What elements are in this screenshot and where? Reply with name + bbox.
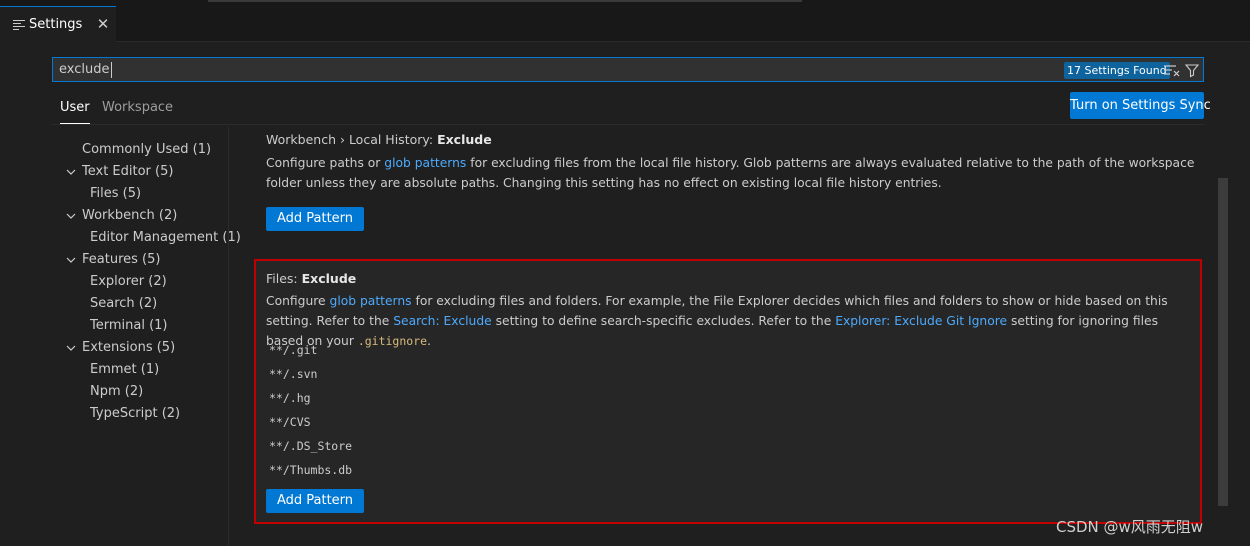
settings-list-icon: [13, 19, 25, 31]
pattern-item[interactable]: **/CVS: [269, 412, 311, 432]
gitignore-code: .gitignore: [357, 334, 428, 348]
close-icon[interactable]: ✕: [95, 16, 111, 32]
toc-item-terminal[interactable]: Terminal (1): [90, 315, 168, 337]
desc-text: setting to define search-specific exclud…: [491, 314, 836, 328]
search-exclude-link[interactable]: Search: Exclude: [393, 314, 491, 328]
toc-item-emmet[interactable]: Emmet (1): [90, 359, 159, 381]
toc-item-workbench[interactable]: Workbench (2): [82, 205, 177, 227]
editor-tab-bar: Settings ✕: [0, 0, 1250, 42]
chevron-down-icon[interactable]: [66, 343, 76, 353]
settings-search-input[interactable]: exclude 17 Settings Found: [52, 57, 1204, 82]
scrollbar[interactable]: [1218, 178, 1228, 506]
setting-description: Configure glob patterns for excluding fi…: [266, 291, 1196, 351]
setting-name: Exclude: [301, 271, 357, 286]
clear-filter-icon[interactable]: [1163, 62, 1181, 78]
glob-patterns-link[interactable]: glob patterns: [330, 294, 412, 308]
pattern-item[interactable]: **/.svn: [269, 364, 317, 384]
explorer-exclude-git-ignore-link[interactable]: Explorer: Exclude Git Ignore: [835, 314, 1007, 328]
setting-name: Exclude: [437, 132, 492, 147]
setting-description: Configure paths or glob patterns for exc…: [266, 153, 1196, 193]
toc-item-text-editor[interactable]: Text Editor (5): [82, 161, 173, 183]
desc-text: .: [427, 334, 431, 348]
toc-item-explorer[interactable]: Explorer (2): [90, 271, 167, 293]
chevron-down-icon[interactable]: [66, 167, 76, 177]
title-bar-edge: [208, 0, 802, 2]
search-query: exclude: [59, 62, 110, 77]
setting-title-local-history-exclude: Workbench › Local History: Exclude: [266, 132, 492, 147]
tab-workspace[interactable]: Workspace: [102, 100, 173, 124]
toc-item-extensions[interactable]: Extensions (5): [82, 337, 175, 359]
toc-item-commonly-used[interactable]: Commonly Used (1): [82, 139, 211, 161]
pattern-item[interactable]: **/Thumbs.db: [269, 460, 352, 480]
pattern-item[interactable]: **/.git: [269, 340, 317, 360]
settings-scope-tabs: User Workspace Turn on Settings Sync: [52, 92, 1211, 125]
toc-item-files[interactable]: Files (5): [90, 183, 141, 205]
settings-found-badge: 17 Settings Found: [1064, 62, 1170, 79]
watermark: CSDN @w风雨无阻w: [1056, 518, 1204, 536]
setting-category: Workbench › Local History:: [266, 132, 438, 147]
toc-item-typescript[interactable]: TypeScript (2): [90, 403, 180, 425]
settings-tab-label: Settings: [29, 17, 83, 32]
turn-on-settings-sync-button[interactable]: Turn on Settings Sync: [1070, 92, 1211, 119]
filter-icon[interactable]: [1184, 62, 1200, 78]
chevron-down-icon[interactable]: [66, 255, 76, 265]
add-pattern-button[interactable]: Add Pattern: [266, 207, 364, 231]
tab-user[interactable]: User: [60, 100, 90, 124]
toc-item-features[interactable]: Features (5): [82, 249, 160, 271]
pattern-item[interactable]: **/.DS_Store: [269, 436, 352, 456]
add-pattern-button[interactable]: Add Pattern: [266, 489, 364, 513]
toc-item-search[interactable]: Search (2): [90, 293, 157, 315]
glob-patterns-link[interactable]: glob patterns: [384, 156, 466, 170]
text-cursor: [111, 61, 113, 78]
toc-item-npm[interactable]: Npm (2): [90, 381, 143, 403]
settings-list: Workbench › Local History: Exclude Confi…: [229, 126, 1250, 546]
pattern-item[interactable]: **/.hg: [269, 388, 311, 408]
setting-category: Files:: [266, 271, 302, 286]
settings-tab[interactable]: Settings ✕: [0, 6, 116, 42]
chevron-down-icon[interactable]: [66, 211, 76, 221]
toc-item-editor-management[interactable]: Editor Management (1): [90, 227, 241, 249]
settings-toc: Commonly Used (1) Text Editor (5) Files …: [0, 126, 241, 546]
desc-text: Configure paths or: [266, 156, 385, 170]
setting-title-files-exclude: Files: Exclude: [266, 271, 356, 286]
desc-text: Configure: [266, 294, 330, 308]
